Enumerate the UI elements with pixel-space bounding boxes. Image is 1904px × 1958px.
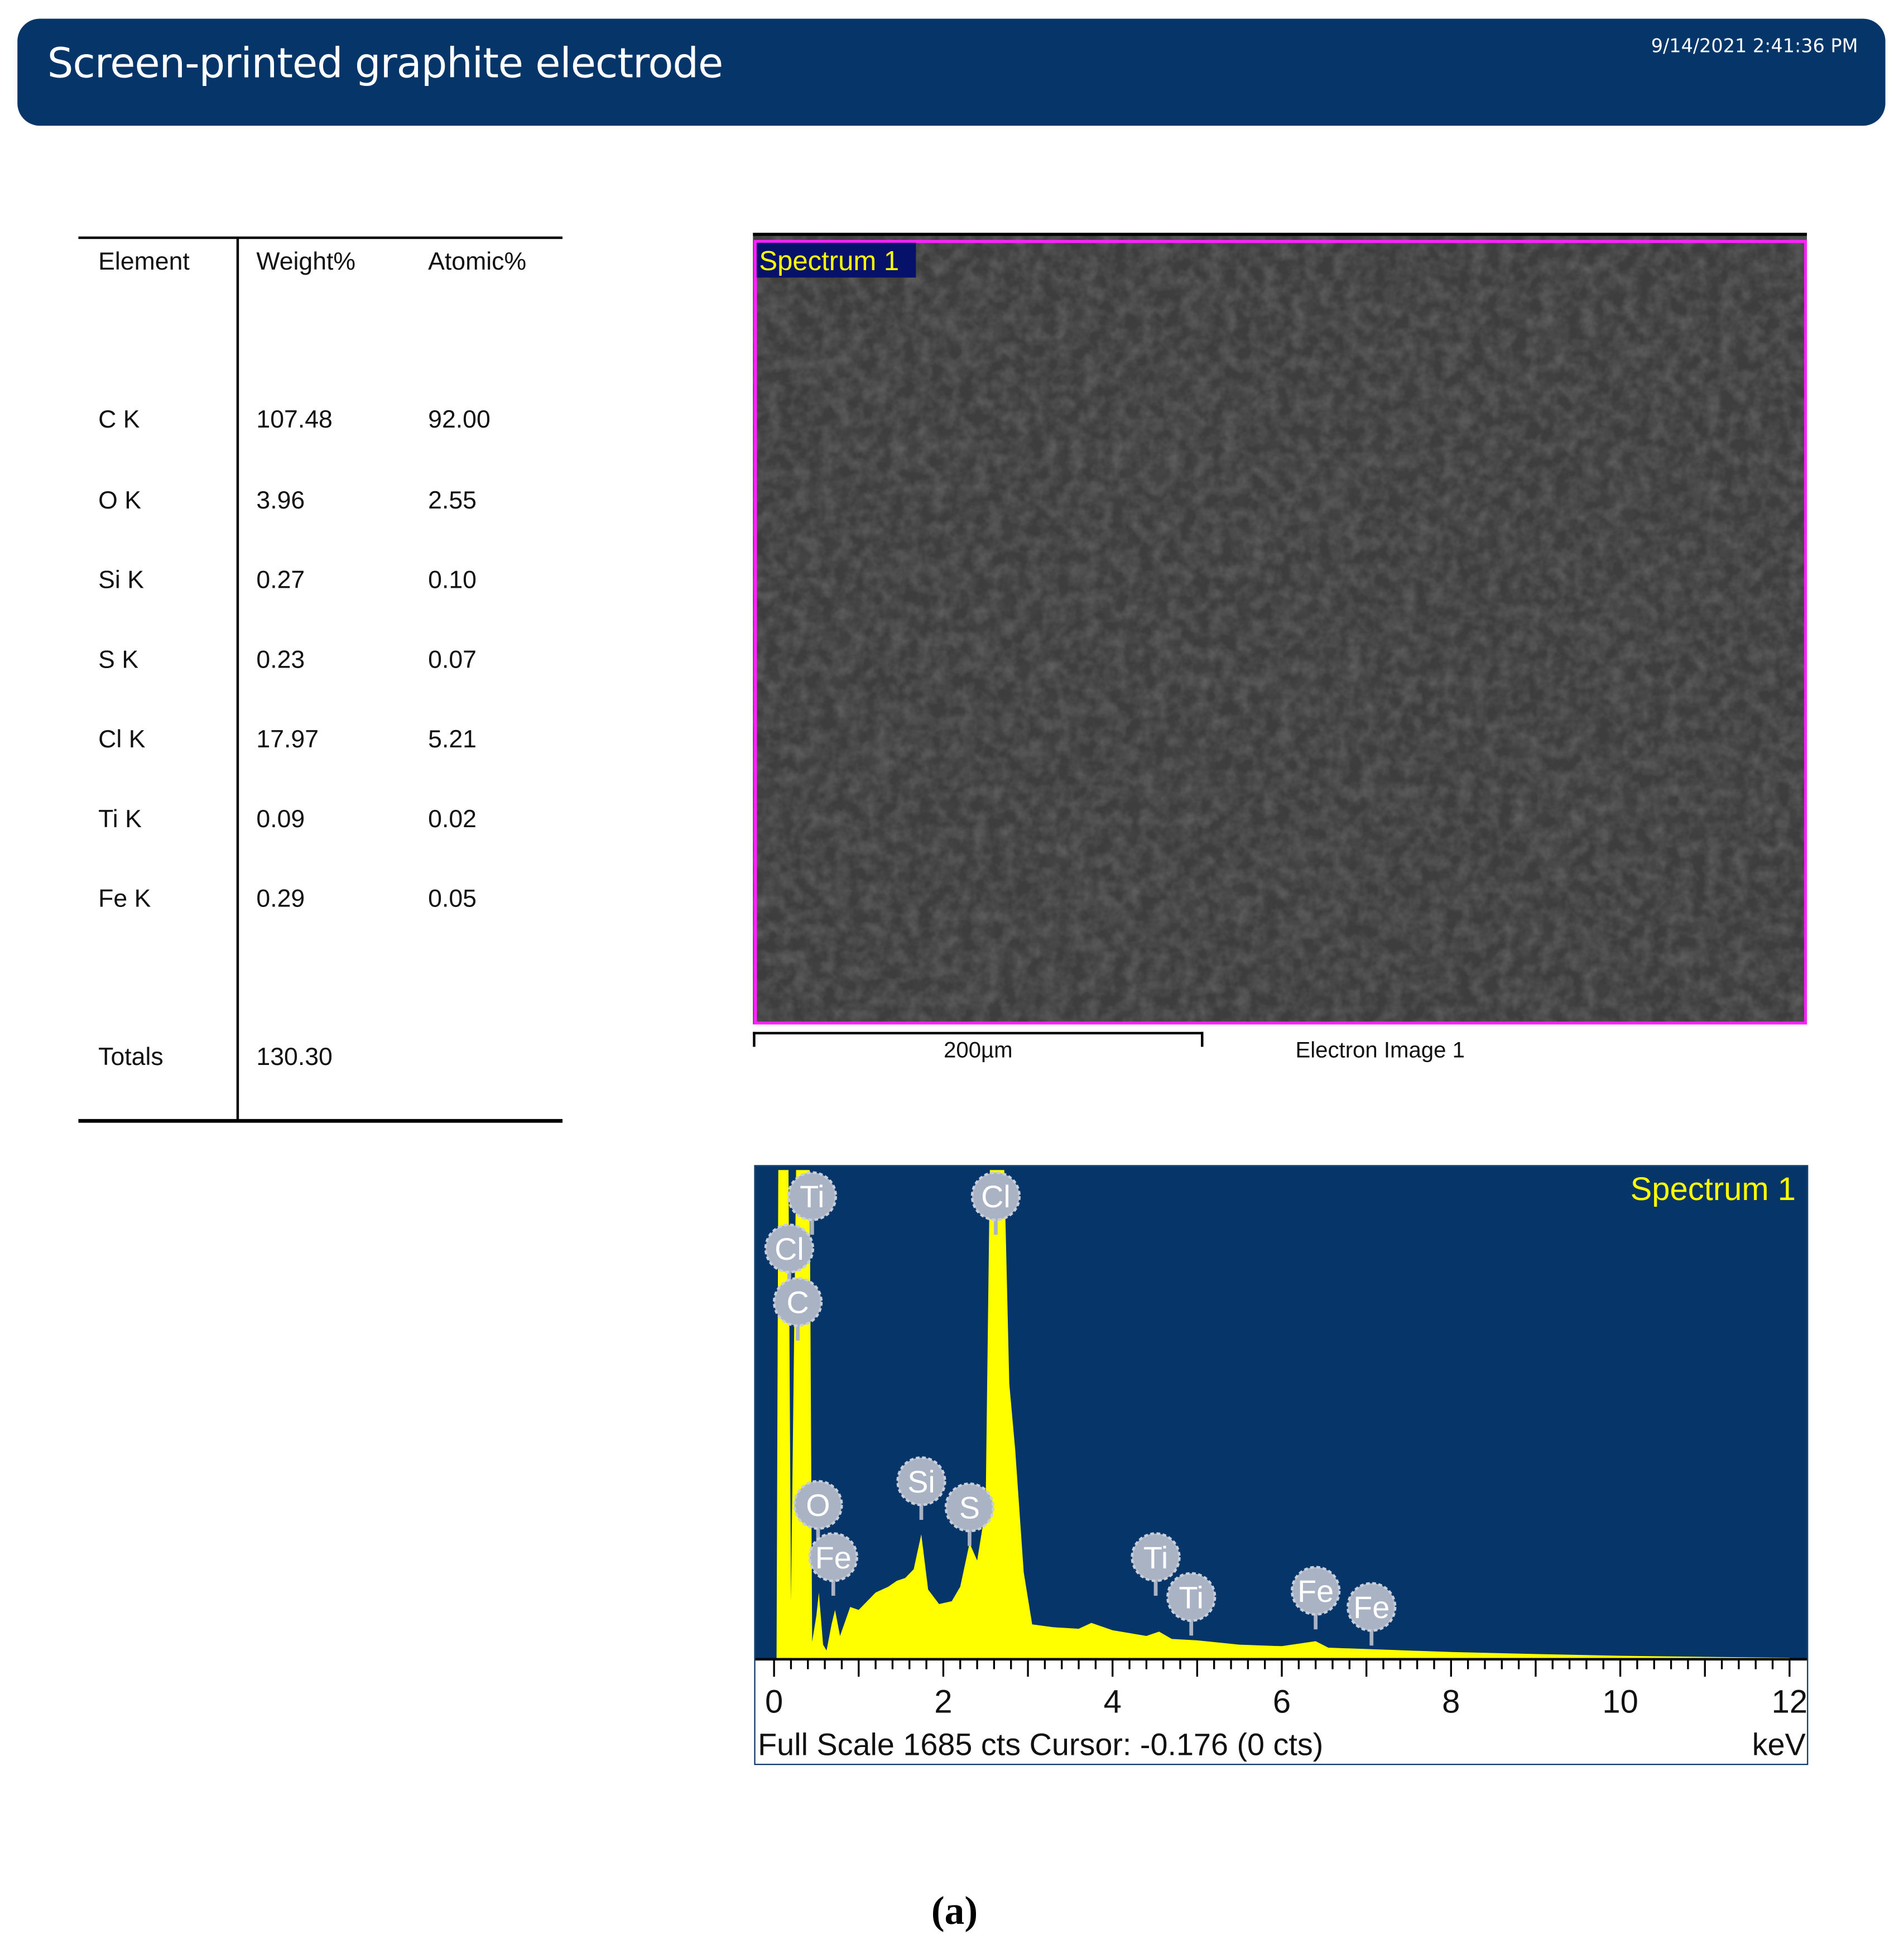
table-cell-element: Cl K — [98, 726, 146, 754]
totals-label: Totals — [98, 1043, 164, 1072]
table-cell-weight: 3.96 — [256, 487, 305, 515]
x-tick-label: 12 — [1772, 1685, 1807, 1720]
x-axis-unit: keV — [1752, 1727, 1806, 1762]
peak-marker-label: Ti — [1143, 1541, 1168, 1575]
table-cell-weight: 0.23 — [256, 646, 305, 674]
peak-marker-label: Ti — [800, 1179, 824, 1214]
peak-marker-label: Fe — [1297, 1574, 1334, 1609]
report-title: Screen-printed graphite electrode — [47, 39, 724, 88]
totals-weight: 130.30 — [256, 1043, 333, 1072]
x-tick-label: 10 — [1602, 1685, 1638, 1720]
peak-marker-label: O — [806, 1488, 830, 1523]
table-cell-weight: 107.48 — [256, 406, 333, 434]
x-tick-label: 2 — [934, 1685, 952, 1720]
table-cell-atomic: 0.02 — [428, 805, 477, 834]
peak-marker-label: Si — [907, 1465, 935, 1499]
table-cell-element: Fe K — [98, 885, 151, 913]
peak-marker-label: Fe — [815, 1541, 852, 1575]
electron-image: Spectrum 1 — [753, 233, 1807, 1025]
report-page: Screen-printed graphite electrode 9/14/2… — [0, 0, 1904, 1958]
peak-marker-label: C — [786, 1285, 809, 1320]
report-header: Screen-printed graphite electrode 9/14/2… — [17, 18, 1886, 126]
figure-label-text: (a) — [931, 1887, 978, 1933]
figure-label: (a) — [931, 1888, 978, 1934]
table-cell-element: Ti K — [98, 805, 142, 834]
table-cell-atomic: 92.00 — [428, 406, 491, 434]
table-cell-weight: 0.29 — [256, 885, 305, 913]
table-cell-atomic: 5.21 — [428, 726, 477, 754]
x-tick-label: 8 — [1442, 1685, 1460, 1720]
table-cell-weight: 0.27 — [256, 567, 305, 594]
table-cell-element: Si K — [98, 567, 144, 594]
table-cell-atomic: 0.05 — [428, 885, 477, 913]
chart-title: Spectrum 1 — [1631, 1172, 1796, 1207]
table-cell-element: C K — [98, 406, 140, 434]
table-cell-element: S K — [98, 646, 139, 674]
peak-marker-label: Ti — [1179, 1580, 1204, 1615]
column-header-weight: Weight% — [256, 248, 356, 276]
peak-marker-label: Fe — [1353, 1590, 1389, 1625]
report-timestamp: 9/14/2021 2:41:36 PM — [1651, 35, 1858, 57]
peak-marker-label: S — [959, 1491, 980, 1525]
x-tick-label: 4 — [1104, 1685, 1122, 1720]
sem-spectrum-label: Spectrum 1 — [759, 246, 899, 276]
peak-marker-label: Cl — [981, 1179, 1011, 1214]
table-bottom-rule — [78, 1119, 563, 1123]
table-top-rule — [78, 236, 563, 239]
peak-marker-label: Cl — [775, 1232, 804, 1266]
table-cell-weight: 0.09 — [256, 805, 305, 834]
electron-image-caption: Electron Image 1 — [1295, 1037, 1465, 1063]
eds-spectrum-chart: 0 2 4 6 8 10 12 Ti Cl C O Fe Si S Cl Ti Ti Fe Fe Spectrum… — [754, 1165, 1809, 1765]
table-column-divider — [236, 237, 239, 1121]
column-header-element: Element — [98, 248, 190, 276]
chart-status: Full Scale 1685 cts Cursor: -0.176 (0 ct… — [758, 1727, 1323, 1762]
column-header-atomic: Atomic% — [428, 248, 527, 276]
table-cell-weight: 17.97 — [256, 726, 319, 754]
x-tick-label: 6 — [1273, 1685, 1291, 1720]
table-cell-atomic: 2.55 — [428, 487, 477, 515]
x-tick-label: 0 — [765, 1685, 783, 1720]
table-cell-atomic: 0.10 — [428, 567, 477, 594]
table-cell-element: O K — [98, 487, 142, 515]
table-cell-atomic: 0.07 — [428, 646, 477, 674]
scale-bar-label: 200µm — [944, 1037, 1013, 1063]
